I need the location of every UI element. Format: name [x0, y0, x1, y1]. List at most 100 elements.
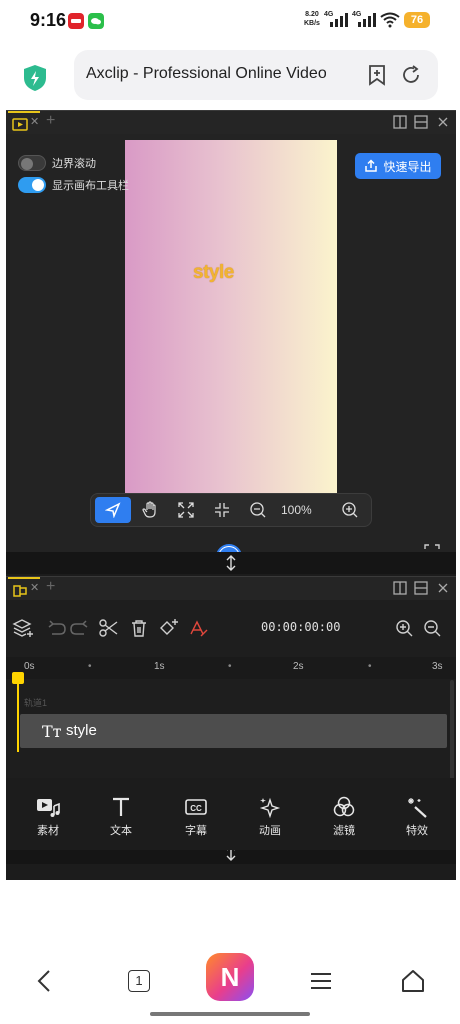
net-speed-unit: KB/s	[304, 20, 320, 27]
tab-effects-label: 特效	[406, 825, 428, 837]
preview-panel-tabbar: ✕ +	[6, 110, 456, 134]
ruler-tick: •	[368, 661, 372, 672]
close-tab-icon[interactable]: ✕	[30, 115, 39, 128]
ruler-label-1s: 1s	[154, 661, 165, 672]
wechat-icon	[88, 13, 104, 29]
timeline-ruler[interactable]: 0s • 1s • 2s • 3s	[6, 657, 456, 679]
tab-media-label: 素材	[37, 825, 59, 837]
fit-expand-button[interactable]	[171, 497, 201, 523]
security-shield-icon[interactable]	[22, 64, 48, 92]
net-speed-value: 8.20	[305, 11, 319, 18]
add-track-icon[interactable]	[12, 618, 34, 638]
zoom-in-icon	[342, 502, 358, 518]
tab-filters[interactable]: 滤镜	[319, 796, 369, 838]
tab-media[interactable]: 素材	[23, 796, 73, 838]
gesture-home-bar[interactable]	[150, 1012, 310, 1016]
split-horizontal-icon[interactable]	[414, 115, 428, 129]
app-logo[interactable]: N	[206, 953, 254, 1001]
animation-icon	[259, 797, 281, 818]
ruler-tick: •	[228, 661, 232, 672]
tab-effects[interactable]: 特效	[392, 796, 442, 838]
tab-text-label: 文本	[110, 825, 132, 837]
tab-animation-label: 动画	[259, 825, 281, 837]
text-icon	[113, 797, 129, 816]
edge-scroll-label: 边界滚动	[52, 158, 96, 170]
tab-count: 1	[128, 970, 150, 992]
zoom-in-button[interactable]	[335, 497, 365, 523]
menu-icon[interactable]	[306, 966, 336, 996]
reload-icon[interactable]	[400, 64, 422, 86]
ruler-label-2s: 2s	[293, 661, 304, 672]
media-icon	[37, 799, 60, 817]
fit-collapse-button[interactable]	[207, 497, 237, 523]
quick-export-label: 快速导出	[383, 159, 432, 174]
track-label: 轨道1	[24, 698, 48, 708]
toggle-knob	[21, 158, 33, 170]
hand-tool-button[interactable]	[135, 497, 165, 523]
net-speed: 8.20 KB/s	[304, 10, 320, 28]
timeline-timecode: 00:00:00:00	[261, 620, 341, 634]
canvas-toolbar-label: 显示画布工具栏	[52, 180, 129, 192]
redo-icon[interactable]	[68, 618, 90, 638]
resize-vertical-icon	[226, 555, 236, 571]
bookmark-add-icon[interactable]	[366, 64, 388, 86]
close-panel-icon[interactable]	[436, 115, 450, 129]
quick-export-button[interactable]: 快速导出	[355, 153, 441, 179]
canvas-toolbar: 100%	[90, 493, 372, 527]
tabs-button[interactable]: 1	[124, 966, 154, 996]
select-tool-button[interactable]	[95, 497, 131, 523]
split-vertical-icon[interactable]	[393, 581, 407, 595]
playhead-line	[17, 684, 19, 752]
text-clip[interactable]: Tт style	[20, 714, 447, 748]
timeline-zoom-in-icon[interactable]	[394, 618, 416, 638]
export-icon	[365, 159, 378, 172]
edge-scroll-toggle[interactable]	[18, 155, 46, 171]
notification-app-icon	[68, 13, 84, 29]
tab-animation[interactable]: 动画	[245, 796, 295, 838]
home-icon[interactable]	[398, 966, 428, 996]
battery-indicator: 76	[404, 12, 430, 28]
back-icon[interactable]	[30, 966, 60, 996]
status-time: 9:16	[30, 10, 67, 30]
tab-text[interactable]: 文本	[96, 796, 146, 838]
select-icon	[105, 502, 121, 518]
browser-navigation-bar: 1 N	[0, 952, 460, 1024]
url-field[interactable]: Axclip - Professional Online Video	[74, 50, 438, 100]
toggle-canvas-toolbar-row: 显示画布工具栏	[18, 176, 129, 194]
split-horizontal-icon[interactable]	[414, 581, 428, 595]
timeline-toolbar: 00:00:00:00	[6, 600, 456, 652]
canvas-text-layer[interactable]: style	[193, 262, 234, 284]
zoom-out-icon	[250, 502, 266, 518]
toggle-edge-scroll-row: 边界滚动	[18, 154, 96, 172]
zoom-level[interactable]: 100%	[281, 503, 312, 517]
tab-captions-label: 字幕	[185, 825, 207, 837]
undo-icon[interactable]	[46, 618, 68, 638]
bottom-tool-tabs: 素材 文本 CC 字幕 动画 滤镜 特效	[6, 778, 456, 850]
url-title: Axclip - Professional Online Video	[86, 65, 326, 82]
scissors-icon[interactable]	[98, 618, 120, 638]
timeline-zoom-out-icon[interactable]	[422, 618, 444, 638]
fit-collapse-icon	[215, 503, 229, 517]
close-panel-icon[interactable]	[436, 581, 450, 595]
clear-format-icon[interactable]	[188, 618, 210, 638]
fit-expand-icon	[178, 502, 194, 518]
zoom-out-button[interactable]	[243, 497, 273, 523]
playhead-handle[interactable]	[12, 672, 24, 684]
toggle-knob	[32, 179, 44, 191]
delete-icon[interactable]	[128, 618, 150, 638]
close-tab-icon[interactable]: ✕	[30, 581, 39, 594]
add-tab-icon[interactable]: +	[46, 578, 55, 596]
tab-captions[interactable]: CC 字幕	[171, 796, 221, 838]
text-clip-label: style	[66, 722, 97, 739]
timeline-panel-tabbar: ✕ +	[6, 576, 456, 600]
canvas-toolbar-toggle[interactable]	[18, 177, 46, 193]
split-vertical-icon[interactable]	[393, 115, 407, 129]
preview-tab-icon	[12, 118, 28, 131]
caption-icon: CC	[185, 799, 207, 815]
video-editor: ✕ + style 边界滚动 显示画布工具栏 快速导出 100% ✕ + 00:…	[6, 110, 456, 880]
video-canvas[interactable]: style	[125, 140, 337, 517]
panel-resize-handle[interactable]	[6, 552, 456, 574]
add-tab-icon[interactable]: +	[46, 112, 55, 130]
text-clip-icon: Tт	[42, 722, 62, 741]
add-keyframe-icon[interactable]	[158, 618, 180, 638]
